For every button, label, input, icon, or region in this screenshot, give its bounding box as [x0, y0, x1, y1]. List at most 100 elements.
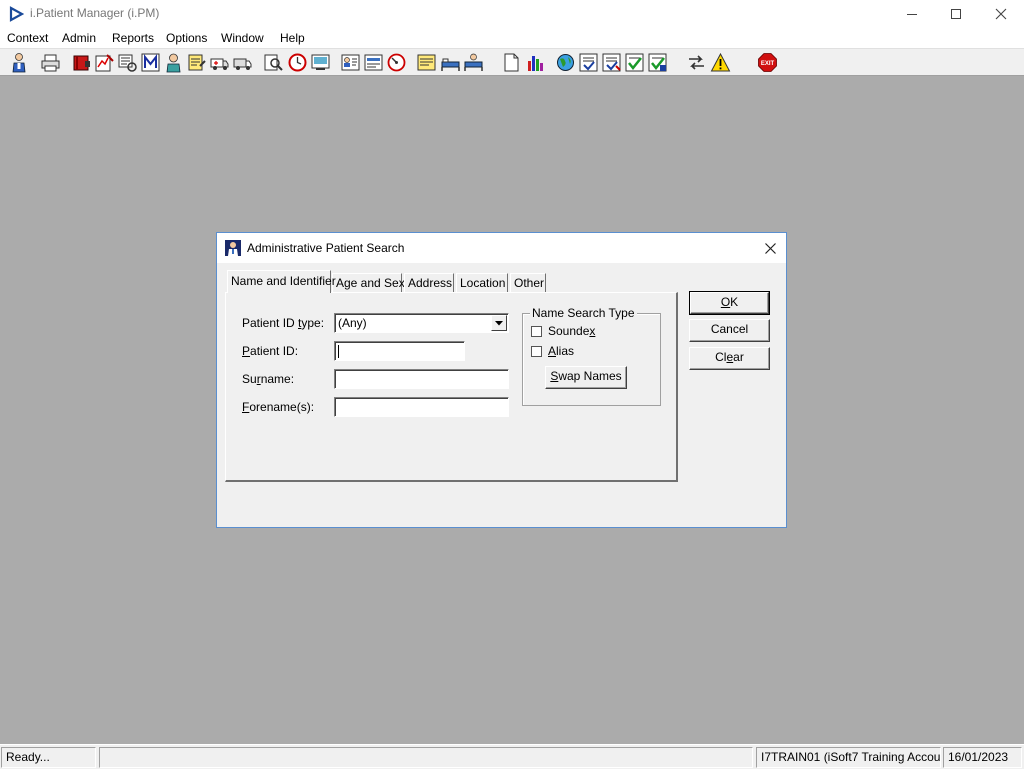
menu-help[interactable]: Help	[280, 31, 305, 45]
doctor-button[interactable]	[163, 52, 184, 73]
patient-id-input[interactable]	[334, 341, 465, 361]
transfer-icon	[689, 55, 704, 70]
transport-button[interactable]	[232, 52, 253, 73]
close-icon	[995, 8, 1007, 20]
patient-search-dialog: Administrative Patient Search Name and I…	[216, 232, 787, 528]
chart-edit-button[interactable]	[94, 52, 115, 73]
tab-label: Other	[514, 276, 545, 290]
transfer-button[interactable]	[686, 52, 707, 73]
soundex-checkbox[interactable]	[531, 326, 542, 337]
warning-icon	[710, 52, 731, 72]
dialog-title: Administrative Patient Search	[247, 241, 405, 255]
clear-button[interactable]: Clear	[689, 347, 770, 370]
alias-checkbox[interactable]	[531, 346, 542, 357]
menu-options[interactable]: Options	[166, 31, 207, 45]
bed-icon	[441, 58, 460, 71]
check-green-button[interactable]	[624, 52, 645, 73]
document-button[interactable]	[501, 52, 522, 73]
ambulance-icon	[210, 58, 229, 70]
alias-label: Alias	[548, 344, 575, 358]
patient-icon	[12, 53, 26, 73]
chart-edit-icon	[95, 54, 114, 72]
tab-address[interactable]: Address	[404, 273, 454, 292]
document-icon	[504, 53, 519, 72]
menu-admin[interactable]: Admin	[62, 31, 96, 45]
card-icon	[364, 54, 383, 71]
soundex-label: Soundex	[548, 324, 596, 338]
note-button[interactable]	[416, 52, 437, 73]
status-middle-panel	[99, 747, 753, 768]
status-account: I7TRAIN01 (iSoft7 Training Account)	[756, 747, 941, 768]
status-bar: Ready... I7TRAIN01 (iSoft7 Training Acco…	[0, 744, 1024, 769]
name-search-type-legend: Name Search Type	[530, 306, 637, 320]
tab-location[interactable]: Location	[456, 273, 508, 292]
gauge-icon	[387, 53, 406, 72]
check-list-button[interactable]	[578, 52, 599, 73]
surname-input[interactable]	[334, 369, 509, 389]
minimize-button[interactable]	[889, 0, 935, 28]
tab-other[interactable]: Other	[510, 273, 546, 292]
status-message: Ready...	[1, 747, 96, 768]
minimize-icon	[907, 14, 917, 15]
dialog-close-button[interactable]	[758, 237, 782, 259]
search-doc-button[interactable]	[263, 52, 284, 73]
screen-button[interactable]	[310, 52, 331, 73]
tab-label: Address	[408, 276, 453, 290]
clock-button[interactable]	[287, 52, 308, 73]
swap-names-button[interactable]: Swap Names	[545, 366, 627, 389]
print-button[interactable]	[40, 52, 61, 73]
notes-icon	[188, 54, 206, 71]
clock-icon	[288, 53, 307, 72]
name-search-type-group: Name Search Type Soundex Alias Swap Name…	[522, 306, 661, 406]
app-logo-icon	[9, 6, 24, 22]
exit-button[interactable]: EXIT	[757, 52, 778, 73]
chevron-down-icon	[495, 320, 503, 325]
monitor-list-icon	[118, 54, 137, 72]
tab-label: Location	[460, 276, 506, 290]
patient-id-type-label: Patient ID type:	[242, 316, 325, 330]
m-letter-button[interactable]	[140, 52, 161, 73]
check-list-icon	[579, 53, 598, 72]
menu-window[interactable]: Window	[221, 31, 264, 45]
bed-button[interactable]	[440, 52, 461, 73]
globe-button[interactable]	[555, 52, 576, 73]
check-green-icon	[625, 53, 644, 72]
check-list-2-button[interactable]	[601, 52, 622, 73]
bar-chart-button[interactable]	[525, 52, 546, 73]
close-button[interactable]	[978, 0, 1024, 28]
book-button[interactable]	[71, 52, 92, 73]
bed-person-button[interactable]	[463, 52, 484, 73]
patient-button[interactable]	[9, 52, 30, 73]
id-card-button[interactable]	[340, 52, 361, 73]
maximize-button[interactable]	[933, 0, 979, 28]
print-icon	[41, 54, 60, 72]
exit-label: EXIT	[761, 61, 775, 67]
doctor-icon	[166, 53, 181, 73]
exit-icon: EXIT	[758, 53, 777, 72]
cancel-button[interactable]: Cancel	[689, 319, 770, 342]
ambulance-button[interactable]	[209, 52, 230, 73]
menu-reports[interactable]: Reports	[112, 31, 154, 45]
menu-context[interactable]: Context	[7, 31, 48, 45]
window-title: i.Patient Manager (i.PM)	[30, 6, 160, 20]
check-list-2-icon	[602, 53, 621, 72]
patient-id-type-select[interactable]: (Any)	[334, 313, 509, 333]
forename-input[interactable]	[334, 397, 509, 417]
dropdown-button[interactable]	[491, 315, 507, 331]
ok-button[interactable]: OK	[689, 291, 770, 315]
maximize-icon	[951, 9, 961, 19]
warning-button[interactable]	[710, 52, 731, 73]
patient-id-type-value: (Any)	[338, 316, 367, 330]
tab-label: Name and Identifier	[231, 274, 336, 288]
check-green-2-icon	[648, 53, 667, 72]
gauge-button[interactable]	[386, 52, 407, 73]
tab-age-and-sex[interactable]: Age and Sex	[332, 273, 405, 292]
notes-button[interactable]	[186, 52, 207, 73]
surname-label: Surname:	[242, 372, 295, 386]
check-green-2-button[interactable]	[647, 52, 668, 73]
m-letter-icon	[141, 53, 160, 72]
forename-label: Forename(s):	[242, 400, 315, 414]
monitor-list-button[interactable]	[117, 52, 138, 73]
tab-name-and-identifier[interactable]: Name and Identifier	[227, 270, 336, 293]
card-button[interactable]	[363, 52, 384, 73]
